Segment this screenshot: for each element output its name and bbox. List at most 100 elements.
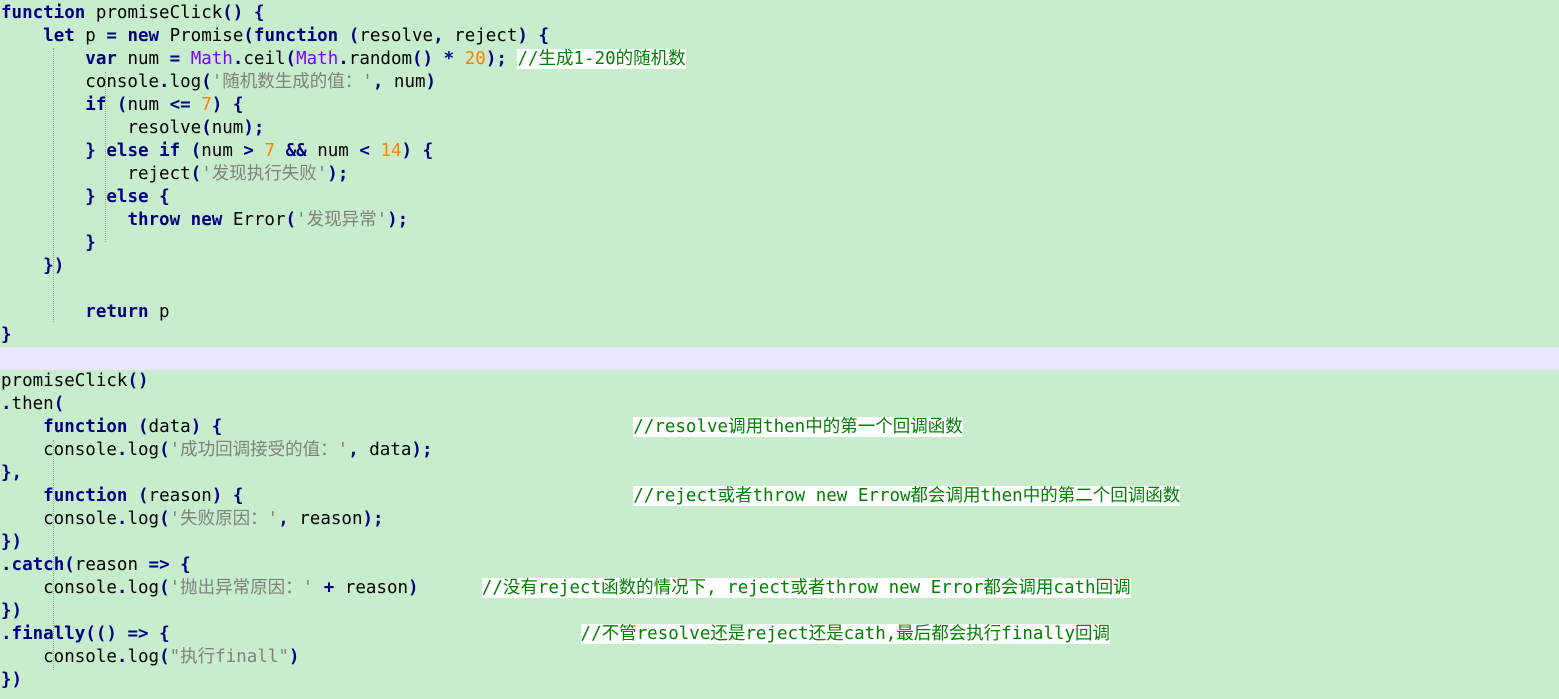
code-line[interactable]: } else if (num > 7 && num < 14) { (0, 140, 1559, 163)
code-token-txt: num (306, 141, 360, 161)
code-token-op: ( (138, 417, 149, 437)
code-line[interactable]: promiseClick() (0, 370, 1559, 393)
code-token-txt: num (127, 95, 170, 115)
code-token-kw: let (43, 26, 75, 46)
code-line[interactable]: }) (0, 600, 1559, 623)
code-token-cm: //reject或者throw new Errow都会调用then中的第二个回调… (633, 486, 1181, 506)
code-line[interactable]: reject('发现执行失败'); (0, 163, 1559, 186)
code-token-op: ( (159, 509, 170, 529)
code-token-txt: num (211, 118, 244, 138)
code-line[interactable] (0, 278, 1559, 301)
code-token-kw: function (43, 486, 128, 506)
code-line[interactable]: resolve(num); (0, 117, 1559, 140)
code-token-txt: resolve (359, 26, 434, 46)
code-token-op: }) (1, 532, 23, 552)
code-line[interactable]: } (0, 232, 1559, 255)
code-token-txt: data (358, 440, 412, 460)
code-token-str: '发现执行失败' (201, 164, 328, 184)
code-line[interactable] (0, 347, 1559, 370)
code-token-op: , (372, 72, 384, 92)
code-token-op: ( (285, 210, 297, 230)
code-line[interactable]: console.log('随机数生成的值：', num) (0, 71, 1559, 94)
code-token-num: 7 (201, 95, 212, 115)
code-token-num: 20 (464, 49, 486, 69)
code-token-txt: random (348, 49, 413, 69)
code-token-op: { (211, 417, 223, 437)
code-line[interactable]: function promiseClick() { (0, 2, 1559, 25)
code-token-op: ( (243, 26, 254, 46)
code-token-txt: console (1, 72, 160, 92)
code-token-op: } (1, 325, 12, 345)
code-token-op: { (159, 187, 170, 207)
code-token-op: ) (211, 95, 223, 115)
code-token-txt: reason (288, 509, 363, 529)
code-token-str: "执行finall" (169, 647, 289, 667)
code-token-op: }, (1, 463, 23, 483)
code-token-str: '抛出异常原因：' (169, 578, 314, 598)
code-line[interactable]: console.log("执行finall") (0, 646, 1559, 669)
code-token-str: '随机数生成的值：' (211, 72, 373, 92)
code-token-txt: console (1, 647, 117, 667)
code-token-txt: console (1, 509, 117, 529)
code-token-op: { (232, 95, 244, 115)
code-token-op: . (1, 555, 12, 575)
code-token-cls: Math (190, 49, 233, 69)
code-line[interactable]: console.log('抛出异常原因：' + reason) //没有reje… (0, 577, 1559, 600)
code-token-op: => (127, 624, 149, 644)
code-token-op: } (85, 187, 96, 207)
code-token-txt: then (11, 394, 54, 414)
code-token-op: ); (485, 49, 507, 69)
code-token-op: ) (211, 486, 223, 506)
code-token-kw: else (106, 141, 149, 161)
code-line[interactable]: let p = new Promise(function (resolve, r… (0, 25, 1559, 48)
code-line[interactable]: console.log('失败原因：', reason); (0, 508, 1559, 531)
code-line[interactable]: .catch(reason => { (0, 554, 1559, 577)
code-line[interactable]: if (num <= 7) { (0, 94, 1559, 117)
code-line[interactable]: console.log('成功回调接受的值：', data); (0, 439, 1559, 462)
code-token-kw: new (127, 26, 160, 46)
code-line[interactable]: } (0, 324, 1559, 347)
code-line[interactable]: var num = Math.ceil(Math.random() * 20);… (0, 48, 1559, 71)
code-token-txt: p (74, 26, 107, 46)
code-line[interactable]: }) (0, 255, 1559, 278)
code-token-op: ) (288, 647, 300, 667)
code-line[interactable]: .finally(() => { //不管resolve还是reject还是ca… (0, 623, 1559, 646)
code-line[interactable]: }) (0, 531, 1559, 554)
code-token-txt: ceil (243, 49, 286, 69)
code-token-cm: //生成1-20的随机数 (517, 49, 686, 69)
code-line[interactable]: }, (0, 462, 1559, 485)
code-token-num: 14 (380, 141, 402, 161)
code-line[interactable]: function (data) { //resolve调用then中的第一个回调… (0, 416, 1559, 439)
code-token-op: { (253, 3, 265, 23)
code-token-cm: //resolve调用then中的第一个回调函数 (633, 417, 963, 437)
code-token-op: } (85, 141, 96, 161)
code-editor[interactable]: function promiseClick() { let p = new Pr… (0, 0, 1559, 699)
code-token-op: ) (401, 141, 413, 161)
code-line[interactable]: function (reason) { //reject或者throw new … (0, 485, 1559, 508)
code-line[interactable]: return p (0, 301, 1559, 324)
code-line[interactable]: throw new Error('发现异常'); (0, 209, 1559, 232)
code-token-op: }) (43, 256, 65, 276)
code-token-str: '发现异常' (296, 210, 388, 230)
code-token-kw: throw (127, 210, 181, 230)
code-token-op: ( (53, 394, 65, 414)
code-token-kw: function (253, 26, 339, 46)
code-token-op: ( (348, 26, 360, 46)
code-line[interactable]: .then( (0, 393, 1559, 416)
code-line[interactable]: }) (0, 669, 1559, 692)
code-line[interactable]: } else { (0, 186, 1559, 209)
